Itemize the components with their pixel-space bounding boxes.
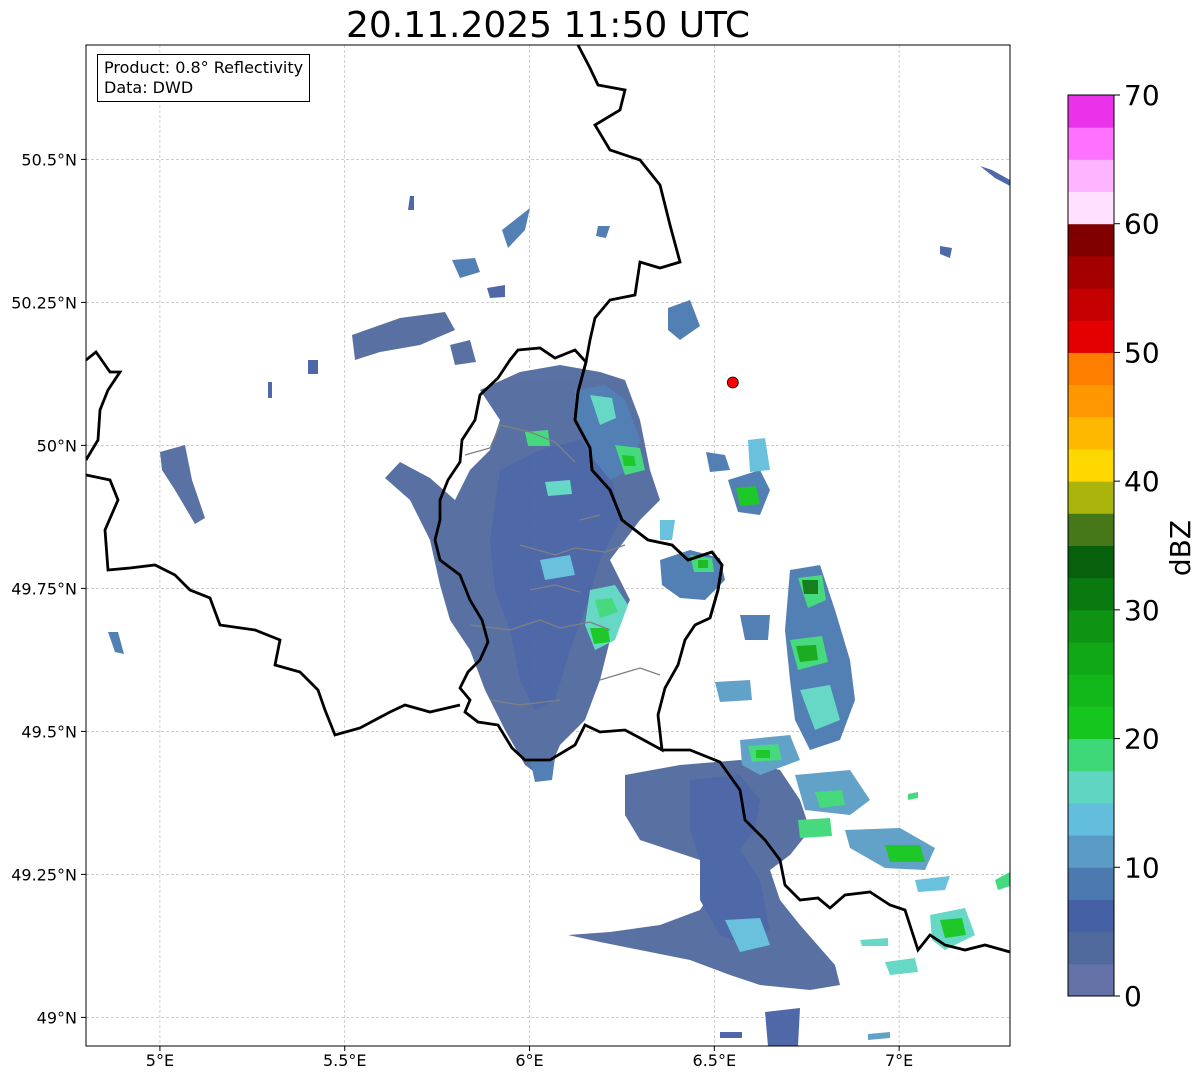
colorbar-segment	[1068, 416, 1114, 450]
colorbar-segment	[1068, 513, 1114, 546]
colorbar-tick-label: 20	[1124, 723, 1160, 756]
colorbar-segment	[1068, 159, 1114, 193]
radar-map: 5°E 5.5°E 6°E 6.5°E 7°E 49°N 49.25°N 49.5°N 49.…	[11, 44, 1197, 1070]
info-box: Product: 0.8° Reflectivity Data: DWD	[97, 54, 311, 102]
colorbar-segment	[1068, 288, 1114, 321]
echo-area	[622, 455, 636, 466]
colorbar-tick-label: 60	[1124, 208, 1160, 241]
colorbar-segment	[1068, 255, 1114, 289]
x-tick-label: 6°E	[515, 1051, 543, 1070]
colorbar-segment	[1068, 609, 1114, 643]
echo-area	[268, 382, 272, 398]
colorbar-segment	[1068, 642, 1114, 675]
colorbar-segment	[1068, 963, 1114, 997]
colorbar-segment	[1068, 867, 1114, 900]
echo-area	[815, 790, 845, 808]
echo-area	[802, 580, 818, 594]
y-tick-label: 49°N	[37, 1008, 77, 1027]
product-text: Product: 0.8° Reflectivity	[104, 58, 304, 77]
colorbar-segment	[1068, 545, 1114, 579]
colorbar-segment	[1068, 674, 1114, 707]
colorbar-segment	[1068, 481, 1114, 514]
y-tick-label: 49.5°N	[21, 722, 77, 741]
colorbar-segment	[1068, 802, 1114, 836]
echo-area	[765, 1008, 800, 1046]
echo-area	[720, 1032, 742, 1038]
echo-area	[736, 486, 760, 506]
colorbar-segment	[1068, 770, 1114, 804]
colorbar-tick-label: 10	[1124, 851, 1160, 884]
colorbar-tick-label: 70	[1124, 79, 1160, 112]
colorbar-segment	[1068, 320, 1114, 353]
longitude-axis: 5°E 5.5°E 6°E 6.5°E 7°E	[146, 1046, 913, 1070]
colorbar-segment	[1068, 191, 1114, 225]
echo-area	[545, 480, 572, 496]
latitude-axis: 49°N 49.25°N 49.5°N 49.75°N 50°N 50.25°N 50.5°…	[11, 150, 86, 1027]
y-tick-label: 50.5°N	[21, 150, 77, 169]
colorbar-segment	[1068, 352, 1114, 386]
x-tick-label: 5°E	[146, 1051, 174, 1070]
colorbar-segment	[1068, 223, 1114, 257]
colorbar-tick-label: 40	[1124, 465, 1160, 498]
echo-area	[740, 615, 770, 640]
echo-area	[798, 818, 832, 838]
colorbar-segment	[1068, 835, 1114, 868]
colorbar-segment	[1068, 448, 1114, 482]
colorbar-segment	[1068, 738, 1114, 772]
y-tick-label: 50.25°N	[11, 293, 77, 312]
x-tick-label: 6.5°E	[693, 1051, 737, 1070]
colorbar-segment	[1068, 931, 1114, 965]
echo-area	[698, 560, 708, 568]
colorbar-ticks: 0 10 20 30 40 50 60 70	[1114, 79, 1160, 1013]
echo-area	[715, 680, 752, 702]
y-tick-label: 49.75°N	[11, 579, 77, 598]
colorbar-tick-label: 0	[1124, 980, 1142, 1013]
colorbar-segment	[1068, 384, 1114, 418]
colorbar-segment	[1068, 127, 1114, 160]
colorbar-unit-label: dBZ	[1164, 520, 1197, 576]
colorbar-segment	[1068, 577, 1114, 611]
colorbar-tick-label: 50	[1124, 336, 1160, 369]
x-tick-label: 5.5°E	[323, 1051, 367, 1070]
y-tick-label: 50°N	[37, 436, 77, 455]
colorbar-tick-label: 30	[1124, 594, 1160, 627]
colorbar-segment	[1068, 706, 1114, 740]
echo-area	[308, 360, 318, 374]
colorbar-segment	[1068, 899, 1114, 933]
radar-site-marker	[726, 376, 739, 389]
echo-area	[885, 845, 925, 862]
colorbar	[1067, 94, 1115, 997]
y-tick-label: 49.25°N	[11, 865, 77, 884]
x-tick-label: 7°E	[885, 1051, 913, 1070]
data-source-text: Data: DWD	[104, 78, 194, 97]
colorbar-segment	[1068, 95, 1114, 128]
echo-area	[756, 750, 770, 758]
